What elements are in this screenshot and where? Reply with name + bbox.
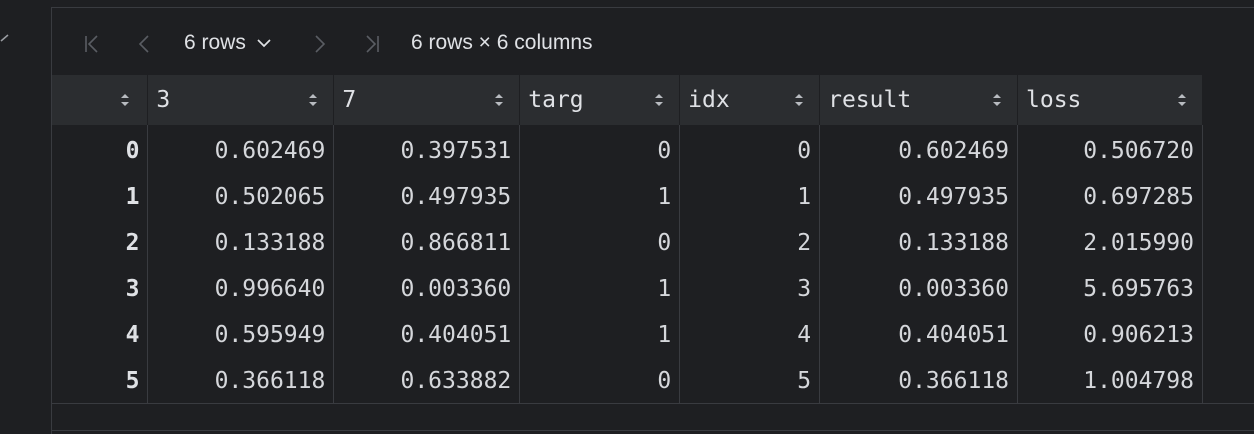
row-index-cell[interactable]: 5: [52, 358, 149, 404]
sort-icon[interactable]: [493, 90, 505, 110]
table-cell[interactable]: 2.015990: [1017, 220, 1203, 266]
table-cell[interactable]: 0.404051: [819, 312, 1018, 358]
row-index-cell[interactable]: 1: [52, 174, 149, 220]
table-cell[interactable]: 1: [519, 174, 681, 220]
column-header[interactable]: 3: [147, 75, 335, 125]
table-cell[interactable]: 0: [679, 125, 821, 174]
table-cell[interactable]: 4: [679, 312, 821, 358]
table-cell[interactable]: 0.133188: [819, 220, 1018, 266]
column-header-label: idx: [688, 87, 730, 113]
column-header-label: loss: [1026, 87, 1082, 113]
table-shape-text: 6 rows × 6 columns: [411, 31, 593, 54]
table-cell[interactable]: 0.996640: [147, 266, 335, 312]
table-cell[interactable]: 3: [679, 266, 821, 312]
table-cell[interactable]: 5.695763: [1017, 266, 1203, 312]
table-cell[interactable]: 0.633882: [333, 358, 521, 404]
sort-icon[interactable]: [653, 90, 665, 110]
previous-page-icon[interactable]: [132, 32, 156, 56]
table-cell[interactable]: 0.506720: [1017, 125, 1203, 174]
header-index-column[interactable]: [52, 75, 149, 125]
table-cell[interactable]: 0.366118: [147, 358, 335, 404]
row-index-cell[interactable]: 2: [52, 220, 149, 266]
column-header[interactable]: targ: [519, 75, 681, 125]
viewer-bottom-divider: [52, 430, 1254, 431]
column-header[interactable]: result: [819, 75, 1018, 125]
table-cell[interactable]: 0.906213: [1017, 312, 1203, 358]
table-row[interactable]: 3 0.996640 0.003360 1 3 0.003360 5.695763: [52, 266, 1203, 312]
rows-per-page-label: 6 rows: [184, 31, 246, 54]
table-cell[interactable]: 0.497935: [333, 174, 521, 220]
table-cell[interactable]: 1: [679, 174, 821, 220]
column-header[interactable]: idx: [679, 75, 821, 125]
table-cell[interactable]: 0.595949: [147, 312, 335, 358]
table-cell[interactable]: 0: [519, 220, 681, 266]
chevron-down-icon: [254, 33, 274, 53]
pagination-toolbar: 6 rows 6 rows × 6 columns: [52, 8, 1254, 76]
rows-per-page-select[interactable]: 6 rows: [184, 30, 274, 56]
first-page-icon[interactable]: [80, 32, 104, 56]
row-index-cell[interactable]: 0: [52, 125, 149, 174]
table-cell[interactable]: 1: [519, 312, 681, 358]
last-page-icon[interactable]: [360, 32, 384, 56]
table-row[interactable]: 5 0.366118 0.633882 0 5 0.366118 1.004798: [52, 358, 1203, 404]
gutter-check-icon: [0, 34, 9, 42]
table-cell[interactable]: 0.404051: [333, 312, 521, 358]
column-header-label: targ: [528, 87, 584, 113]
sort-icon[interactable]: [1176, 90, 1188, 110]
table-cell[interactable]: 0.602469: [147, 125, 335, 174]
table-cell[interactable]: 1.004798: [1017, 358, 1203, 404]
table-cell[interactable]: 0.602469: [819, 125, 1018, 174]
column-header-label: 7: [342, 87, 357, 113]
data-table: 3 7 targ idx result loss 0 0.602469 0.397531 0 0 0…: [52, 75, 1203, 404]
column-header-label: result: [828, 87, 912, 113]
sort-icon[interactable]: [307, 90, 319, 110]
table-cell[interactable]: 0.697285: [1017, 174, 1203, 220]
sort-icon[interactable]: [793, 90, 805, 110]
row-index-cell[interactable]: 4: [52, 312, 149, 358]
table-cell[interactable]: 0.397531: [333, 125, 521, 174]
header-row: 3 7 targ idx result loss: [52, 75, 1203, 125]
sort-icon[interactable]: [991, 90, 1003, 110]
table-cell[interactable]: 0.366118: [819, 358, 1018, 404]
table-cell[interactable]: 0: [519, 125, 681, 174]
column-header-label: 3: [156, 87, 171, 113]
data-table-container: 3 7 targ idx result loss 0 0.602469 0.397531 0 0 0…: [52, 75, 1203, 405]
table-cell[interactable]: 0.003360: [819, 266, 1018, 312]
table-cell[interactable]: 5: [679, 358, 821, 404]
sort-icon[interactable]: [119, 90, 131, 110]
table-cell[interactable]: 0.003360: [333, 266, 521, 312]
table-cell[interactable]: 0.866811: [333, 220, 521, 266]
table-bottom-divider: [52, 403, 1254, 404]
table-body: 0 0.602469 0.397531 0 0 0.602469 0.506720 1 0.50…: [52, 125, 1203, 404]
column-header[interactable]: loss: [1017, 75, 1203, 125]
next-page-icon[interactable]: [308, 32, 332, 56]
table-row[interactable]: 0 0.602469 0.397531 0 0 0.602469 0.506720: [52, 125, 1203, 174]
table-row[interactable]: 2 0.133188 0.866811 0 2 0.133188 2.015990: [52, 220, 1203, 266]
table-cell[interactable]: 0.133188: [147, 220, 335, 266]
table-row[interactable]: 1 0.502065 0.497935 1 1 0.497935 0.697285: [52, 174, 1203, 220]
row-index-cell[interactable]: 3: [52, 266, 149, 312]
dataframe-viewer: 6 rows 6 rows × 6 columns 3 7 targ idx r…: [51, 7, 1254, 434]
table-cell[interactable]: 0.497935: [819, 174, 1018, 220]
table-cell[interactable]: 0: [519, 358, 681, 404]
table-cell[interactable]: 0.502065: [147, 174, 335, 220]
column-header[interactable]: 7: [333, 75, 521, 125]
table-row[interactable]: 4 0.595949 0.404051 1 4 0.404051 0.906213: [52, 312, 1203, 358]
table-cell[interactable]: 1: [519, 266, 681, 312]
table-cell[interactable]: 2: [679, 220, 821, 266]
